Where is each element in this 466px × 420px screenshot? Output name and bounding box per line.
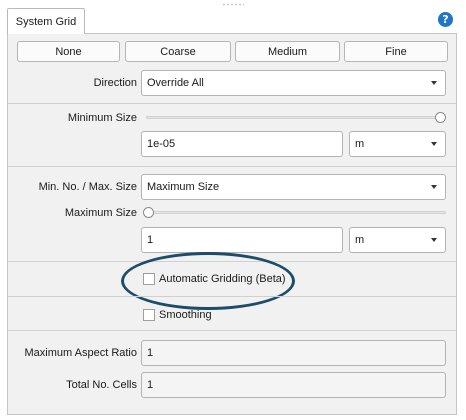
maximum-size-slider-thumb[interactable]	[143, 207, 154, 218]
preset-medium-button[interactable]: Medium	[235, 41, 340, 62]
chevron-down-icon	[431, 185, 437, 189]
minimum-size-slider-thumb[interactable]	[435, 112, 446, 123]
direction-select[interactable]: Override All	[141, 70, 446, 96]
max-aspect-ratio-value: 1	[147, 347, 154, 359]
min-max-mode-label: Min. No. / Max. Size	[38, 181, 137, 193]
smoothing-label: Smoothing	[159, 309, 212, 321]
preset-coarse-button[interactable]: Coarse	[125, 41, 231, 62]
preset-fine-button[interactable]: Fine	[344, 41, 448, 62]
automatic-gridding-label: Automatic Gridding (Beta)	[159, 273, 286, 285]
min-max-mode-select[interactable]: Maximum Size	[141, 174, 446, 200]
maximum-size-value: 1	[147, 234, 154, 246]
divider	[8, 261, 456, 262]
minimum-size-unit-select[interactable]: m	[349, 131, 446, 157]
max-aspect-ratio-field: 1	[141, 340, 446, 366]
minimum-size-slider-track[interactable]	[146, 116, 444, 119]
preset-none-button[interactable]: None	[17, 41, 120, 62]
divider	[8, 296, 456, 297]
help-icon[interactable]: ?	[438, 12, 453, 27]
smoothing-checkbox[interactable]	[143, 309, 155, 321]
maximum-size-input[interactable]: 1	[141, 227, 343, 253]
max-aspect-ratio-label: Maximum Aspect Ratio	[24, 347, 137, 359]
divider	[8, 166, 456, 167]
maximum-size-unit: m	[355, 234, 365, 246]
direction-value: Override All	[147, 77, 204, 89]
automatic-gridding-checkbox[interactable]	[143, 273, 155, 285]
tab-system-grid[interactable]: System Grid	[7, 8, 85, 34]
total-cells-value: 1	[147, 379, 154, 391]
chevron-down-icon	[431, 238, 437, 242]
maximum-size-slider-track[interactable]	[146, 211, 446, 214]
chevron-down-icon	[431, 81, 437, 85]
maximum-size-label: Maximum Size	[64, 207, 137, 219]
min-max-mode-value: Maximum Size	[147, 181, 220, 193]
direction-label: Direction	[93, 77, 137, 89]
minimum-size-label: Minimum Size	[67, 112, 137, 124]
divider	[8, 330, 456, 331]
chevron-down-icon	[431, 142, 437, 146]
tab-label: System Grid	[15, 15, 77, 28]
divider	[8, 103, 456, 104]
total-cells-field: 1	[141, 372, 446, 398]
drag-handle[interactable]	[222, 3, 244, 6]
maximum-size-unit-select[interactable]: m	[349, 227, 446, 253]
minimum-size-input[interactable]: 1e-05	[141, 131, 343, 157]
minimum-size-value: 1e-05	[147, 138, 176, 150]
minimum-size-unit: m	[355, 138, 365, 150]
total-cells-label: Total No. Cells	[66, 379, 137, 391]
